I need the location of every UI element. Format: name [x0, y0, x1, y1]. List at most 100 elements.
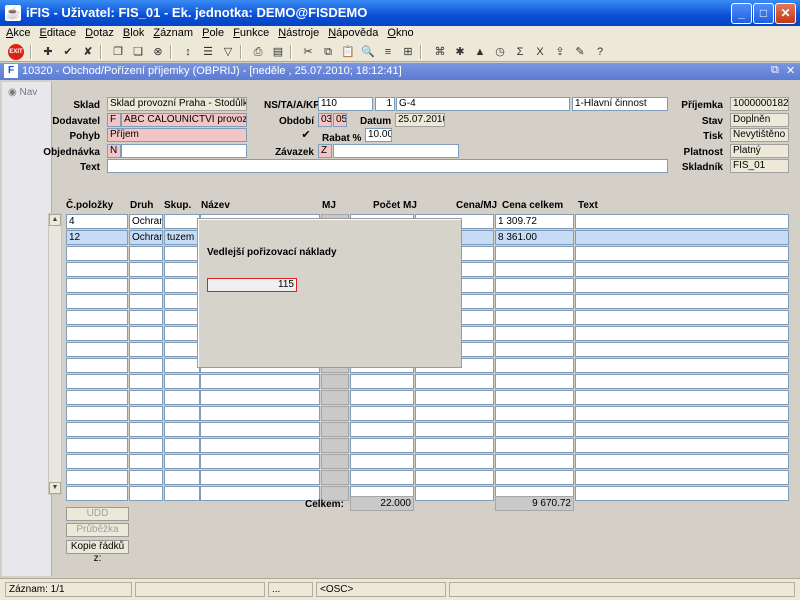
tisk-field[interactable]: Nevytištěno	[730, 128, 789, 142]
grid-cell-pocet[interactable]	[350, 422, 414, 437]
grid-cell-text[interactable]	[575, 390, 789, 405]
grid-cell-text[interactable]	[575, 454, 789, 469]
grid-cell-text[interactable]	[575, 486, 789, 501]
print-preview-icon[interactable]: ▤	[270, 44, 286, 60]
sklad-field[interactable]: Sklad provozní Praha - Stodůlky	[107, 97, 247, 111]
save-icon[interactable]: ✔	[60, 44, 76, 60]
menu-item-3[interactable]: Blok	[117, 26, 147, 39]
grid-cell-cena_celkem[interactable]	[495, 406, 574, 421]
grid-cell-polozka[interactable]: 12	[66, 230, 128, 245]
grid-cell-polozka[interactable]	[66, 262, 128, 277]
form-restore-icon[interactable]: ⧉	[771, 64, 779, 77]
minimize-button[interactable]: _	[731, 3, 752, 24]
exit-icon[interactable]: EXIT	[8, 44, 24, 60]
grid-cell-polozka[interactable]	[66, 406, 128, 421]
grid-cell-cena_celkem[interactable]	[495, 310, 574, 325]
grid-cell-skup[interactable]	[164, 214, 200, 229]
grid-cell-mj[interactable]	[321, 422, 349, 437]
dodavatel-field[interactable]: ABC CALOUNICTVÍ provozovna	[121, 113, 247, 127]
udd-button[interactable]: UDD	[66, 507, 129, 521]
obdobi-month-field[interactable]: 03	[318, 113, 332, 127]
grid-cell-skup[interactable]	[164, 246, 200, 261]
grid-cell-polozka[interactable]	[66, 246, 128, 261]
menu-item-6[interactable]: Funkce	[227, 26, 272, 39]
grid-cell-cena_celkem[interactable]	[495, 262, 574, 277]
find-icon[interactable]: 🔍	[360, 44, 376, 60]
grid-cell-text[interactable]	[575, 470, 789, 485]
grid-cell-text[interactable]	[575, 406, 789, 421]
grid-cell-druh[interactable]	[129, 406, 163, 421]
grid-cell-text[interactable]	[575, 230, 789, 245]
grid-cell-skup[interactable]	[164, 406, 200, 421]
grid-cell-druh[interactable]	[129, 470, 163, 485]
layout-icon[interactable]: ⊞	[400, 44, 416, 60]
grid-cell-cena_mj[interactable]	[415, 454, 494, 469]
grid-cell-skup[interactable]	[164, 454, 200, 469]
grid-cell-druh[interactable]	[129, 342, 163, 357]
objednavka-field[interactable]	[121, 144, 247, 158]
menu-item-5[interactable]: Pole	[196, 26, 227, 39]
grid-cell-skup[interactable]	[164, 278, 200, 293]
grid-cell-druh[interactable]	[129, 374, 163, 389]
kopie-radku-button[interactable]: Kopie řádků z:	[66, 540, 129, 564]
grid-cell-nazev[interactable]	[200, 454, 320, 469]
grid-cell-skup[interactable]	[164, 486, 200, 501]
new-record-icon[interactable]: ✚	[40, 44, 56, 60]
ta-field[interactable]: 1	[375, 97, 395, 111]
grid-cell-nazev[interactable]	[200, 374, 320, 389]
grid-cell-polozka[interactable]	[66, 294, 128, 309]
rabat-field[interactable]: 10.00	[365, 128, 392, 142]
grid-cell-druh[interactable]	[129, 326, 163, 341]
grid-cell-text[interactable]	[575, 262, 789, 277]
grid-cell-mj[interactable]	[321, 438, 349, 453]
grid-cell-cena_mj[interactable]	[415, 374, 494, 389]
print-icon[interactable]: ⎙	[250, 44, 266, 60]
query-icon[interactable]: ❐	[110, 44, 126, 60]
grid-cell-polozka[interactable]	[66, 470, 128, 485]
grid-cell-text[interactable]	[575, 294, 789, 309]
grid-cell-cena_celkem[interactable]	[495, 358, 574, 373]
grid-cell-cena_mj[interactable]	[415, 486, 494, 501]
grid-cell-nazev[interactable]	[200, 406, 320, 421]
chart-icon[interactable]: ▲	[472, 44, 488, 60]
datum-field[interactable]: 25.07.2010	[395, 113, 445, 127]
grid-cell-text[interactable]	[575, 214, 789, 229]
grid-cell-mj[interactable]	[321, 470, 349, 485]
grid-cell-text[interactable]	[575, 326, 789, 341]
tools-icon[interactable]: ✱	[452, 44, 468, 60]
scroll-down-icon[interactable]: ▼	[49, 482, 61, 494]
menu-item-9[interactable]: Okno	[381, 26, 416, 39]
grid-cell-cena_celkem[interactable]	[495, 294, 574, 309]
grid-cell-cena_mj[interactable]	[415, 438, 494, 453]
prijemka-field[interactable]: 1000000182	[730, 97, 789, 111]
grid-cell-text[interactable]	[575, 438, 789, 453]
grid-cell-polozka[interactable]	[66, 486, 128, 501]
pohyb-field[interactable]: Příjem	[107, 128, 247, 142]
export-icon[interactable]: ⇪	[552, 44, 568, 60]
dodavatel-code-field[interactable]: F	[107, 113, 121, 127]
kp-field[interactable]: 1-Hlavní činnost	[572, 97, 668, 111]
maximize-button[interactable]: □	[753, 3, 774, 24]
grid-cell-skup[interactable]: tuzem	[164, 230, 200, 245]
grid-cell-mj[interactable]	[321, 406, 349, 421]
grid-cell-pocet[interactable]	[350, 406, 414, 421]
help-icon[interactable]: ?	[592, 44, 608, 60]
grid-cell-cena_celkem[interactable]	[495, 422, 574, 437]
grid-cell-text[interactable]	[575, 310, 789, 325]
grid-cell-cena_mj[interactable]	[415, 422, 494, 437]
grid-cell-text[interactable]	[575, 246, 789, 261]
grid-cell-text[interactable]	[575, 342, 789, 357]
grid-cell-druh[interactable]	[129, 246, 163, 261]
grid-cell-druh[interactable]	[129, 358, 163, 373]
text-field[interactable]	[107, 159, 668, 173]
grid-cell-druh[interactable]	[129, 262, 163, 277]
grid-cell-polozka[interactable]	[66, 422, 128, 437]
zavazek-field[interactable]	[333, 144, 459, 158]
grid-cell-text[interactable]	[575, 374, 789, 389]
grid-cell-text[interactable]	[575, 422, 789, 437]
grid-cell-druh[interactable]	[129, 422, 163, 437]
tree-icon[interactable]: ⌘	[432, 44, 448, 60]
menu-item-2[interactable]: Dotaz	[79, 26, 117, 39]
skladnik-field[interactable]: FIS_01	[730, 159, 789, 173]
grid-cell-pocet[interactable]	[350, 438, 414, 453]
